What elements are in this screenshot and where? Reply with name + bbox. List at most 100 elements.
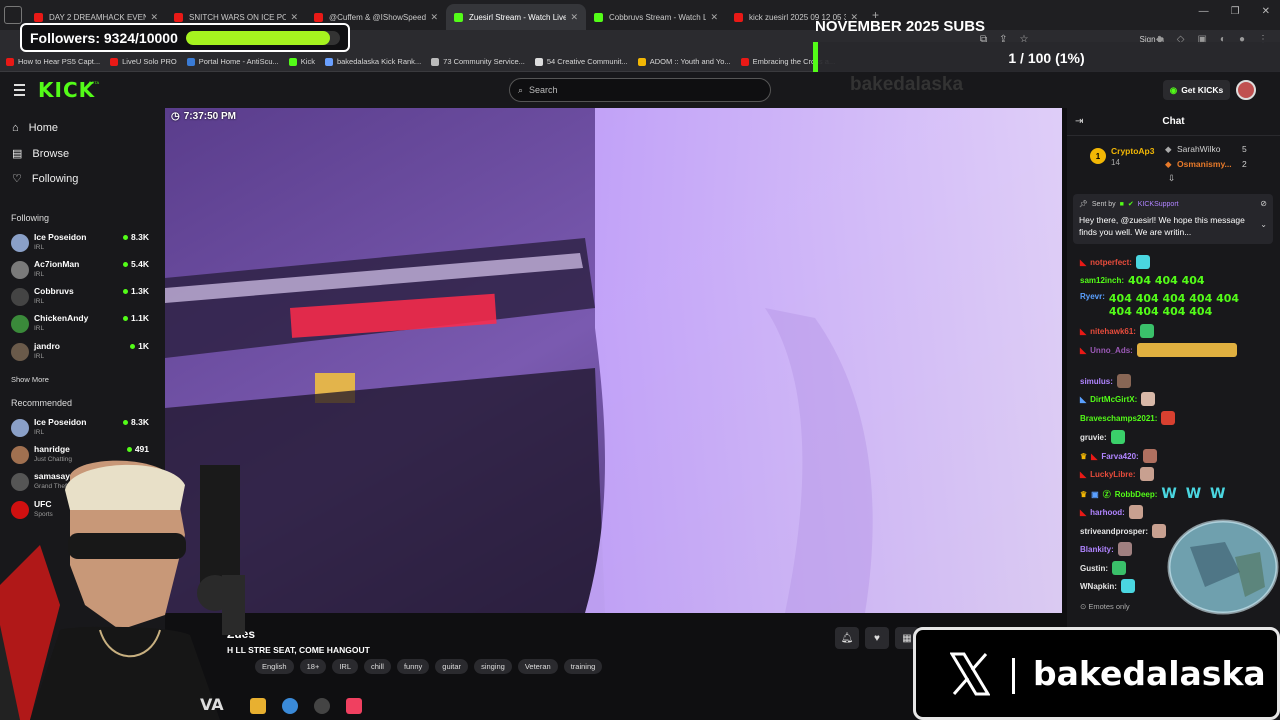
tag[interactable]: singing xyxy=(474,659,512,674)
sidebar-channel[interactable]: jandro IRL 1K xyxy=(11,341,161,365)
bookmark-item[interactable]: LiveU Solo PRO xyxy=(110,57,177,66)
bookmark-label: 73 Community Service... xyxy=(443,57,525,66)
browse-icon: ▤ xyxy=(12,148,23,160)
tab-actions-icon[interactable] xyxy=(4,6,22,24)
unpin-icon[interactable]: ⊘ xyxy=(1260,199,1267,208)
bookmark-item[interactable]: ADOM :: Youth and Yo... xyxy=(637,57,731,66)
nav-label: Browse xyxy=(32,147,70,160)
close-icon[interactable]: ✕ xyxy=(150,12,158,23)
leader-name[interactable]: Osmanismy... xyxy=(1177,159,1232,169)
tag[interactable]: training xyxy=(563,659,603,674)
pinned-author[interactable]: KICKSupport xyxy=(1138,201,1179,208)
chat-username[interactable]: gruvie: xyxy=(1080,433,1107,442)
chat-username[interactable]: RobbDeep: xyxy=(1115,490,1158,499)
chat-username[interactable]: striveandprosper: xyxy=(1080,527,1148,536)
bookmark-item[interactable]: 54 Creative Communit... xyxy=(534,57,628,66)
chat-username[interactable]: Braveschamps2021: xyxy=(1080,414,1157,423)
kick-logo[interactable]: KICK xyxy=(38,78,95,102)
close-icon[interactable]: ✕ xyxy=(710,12,718,23)
follow-heart-button[interactable]: ♥ xyxy=(865,627,889,649)
emotes-only-label: Emotes only xyxy=(1088,602,1130,611)
sidebar-channel[interactable]: ChickenAndy IRL 1.1K xyxy=(11,313,161,337)
bookmark-favicon xyxy=(186,57,195,66)
bookmark-item[interactable]: bakedalaska Kick Rank... xyxy=(324,57,422,66)
leader-name[interactable]: CryptoAp3 xyxy=(1111,146,1154,156)
viewer-count: 5.4K xyxy=(123,259,149,269)
leader-count: 2 xyxy=(1242,159,1247,169)
show-more-link[interactable]: Show More xyxy=(11,375,49,384)
close-icon[interactable]: ✕ xyxy=(430,12,438,23)
emote-icon xyxy=(1139,467,1154,481)
recommended-title: Recommended xyxy=(11,398,73,408)
channel-name: Ice Poseidon xyxy=(34,232,87,242)
chat-username[interactable]: Blankity: xyxy=(1080,545,1114,554)
browser-tab-active[interactable]: Zuesirl Stream - Watch Live ✕ xyxy=(446,4,586,30)
nav-label: Following xyxy=(31,172,79,185)
chevron-down-icon[interactable]: ⌄ xyxy=(1260,220,1267,229)
get-kicks-button[interactable]: ◉ Get KICKs xyxy=(1163,80,1230,100)
bookmark-item[interactable]: 73 Community Service... xyxy=(431,57,525,66)
chat-username[interactable]: nitehawk61: xyxy=(1090,327,1136,336)
obs-icon[interactable] xyxy=(314,698,330,714)
expand-leaderboard-icon[interactable]: ⇩ xyxy=(1168,173,1175,184)
emote-icon xyxy=(1120,579,1135,593)
sidebar-channel[interactable]: Ac7ionMan IRL 5.4K xyxy=(11,259,161,283)
chat-username[interactable]: Ryevr: xyxy=(1080,292,1105,301)
tab-title: Zuesirl Stream - Watch Live xyxy=(469,12,567,22)
bookmark-item[interactable]: Kick xyxy=(288,57,315,66)
tab-favicon xyxy=(734,12,743,22)
tab-title: Cobbruvs Stream - Watch Live xyxy=(609,12,707,22)
leader-name[interactable]: SarahWilko xyxy=(1177,144,1220,154)
tag[interactable]: funny xyxy=(396,659,430,674)
chat-username[interactable]: Gustin: xyxy=(1080,564,1108,573)
user-avatar[interactable] xyxy=(1236,80,1256,100)
nav-browse[interactable]: ▤ Browse xyxy=(12,147,70,161)
chat-username[interactable]: WNapkin: xyxy=(1080,582,1117,591)
chat-username[interactable]: Farva420: xyxy=(1101,452,1138,461)
crown-icon: ♛ xyxy=(1080,451,1088,461)
bookmark-label: bakedalaska Kick Rank... xyxy=(336,57,422,66)
avatar xyxy=(11,419,29,437)
pinned-message: 📌︎ Sent by ■ ✔ KICKSupport Hey there, @z… xyxy=(1073,194,1273,244)
badge-icon: ◣ xyxy=(1080,507,1087,517)
bookmark-item[interactable]: Portal Home - AntiScu... xyxy=(186,57,279,66)
video-player[interactable]: ◷ 7:37:50 PM xyxy=(165,108,1062,613)
tag[interactable]: guitar xyxy=(435,659,469,674)
live-dot-icon xyxy=(123,288,129,294)
tag[interactable]: Veteran xyxy=(517,659,558,674)
search-input[interactable]: ⌕ Search xyxy=(509,78,771,102)
tag[interactable]: 18+ xyxy=(299,659,327,674)
channel-category: IRL xyxy=(34,353,45,360)
channel-name: Ac7ionMan xyxy=(34,259,80,269)
brand-handle: bakedalaska xyxy=(1033,654,1266,693)
chat-username[interactable]: Unno_Ads: xyxy=(1090,346,1133,355)
chat-username[interactable]: DirtMcGirtX: xyxy=(1090,395,1137,404)
tag[interactable]: chill xyxy=(364,659,391,674)
bookmark-item[interactable]: How to Hear PS5 Capt... xyxy=(6,57,100,66)
chat-username[interactable]: LuckyLibre: xyxy=(1090,470,1135,479)
browser-tab[interactable]: Cobbruvs Stream - Watch Live✕ xyxy=(586,4,726,30)
edge-icon[interactable] xyxy=(282,698,298,714)
chat-username[interactable]: harhood: xyxy=(1090,508,1125,517)
nav-following[interactable]: ♡ Following xyxy=(12,172,79,186)
tag[interactable]: IRL xyxy=(332,659,359,674)
bell-icon: 🔔︎ xyxy=(840,632,854,644)
folder-icon[interactable] xyxy=(250,698,266,714)
close-icon[interactable]: ✕ xyxy=(570,12,578,23)
chat-username[interactable]: sam12inch: xyxy=(1080,276,1124,285)
sidebar-channel[interactable]: Ice Poseidon IRL 8.3K xyxy=(11,232,161,256)
sidebar-channel[interactable]: Cobbruvs IRL 1.3K xyxy=(11,286,161,310)
chat-username[interactable]: notperfect: xyxy=(1090,258,1132,267)
close-icon[interactable]: ✕ xyxy=(290,12,298,23)
bookmark-favicon xyxy=(324,57,333,66)
avatar xyxy=(11,234,29,252)
sidebar-channel[interactable]: Ice Poseidon IRL 8.3K xyxy=(11,417,161,441)
bookmark-favicon xyxy=(6,57,14,66)
nav-home[interactable]: ⌂ Home xyxy=(12,122,58,134)
music-icon[interactable] xyxy=(346,698,362,714)
notification-bell-button[interactable]: 🔔︎ xyxy=(835,627,859,649)
tag[interactable]: English xyxy=(255,659,294,674)
search-placeholder: Search xyxy=(529,85,558,95)
hamburger-menu-icon[interactable] xyxy=(14,84,25,99)
chat-username[interactable]: simulus: xyxy=(1080,377,1113,386)
